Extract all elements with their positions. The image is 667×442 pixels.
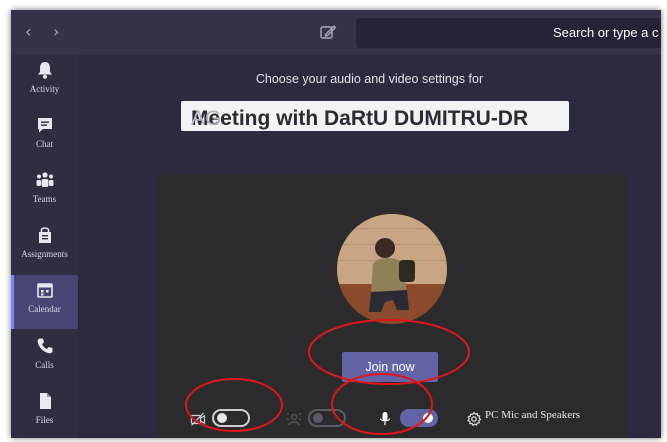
sidebar-item-activity[interactable]: Activity xyxy=(11,55,78,109)
sidebar-item-label: Files xyxy=(35,415,54,425)
background-blur-icon xyxy=(287,413,301,426)
compose-icon[interactable] xyxy=(318,22,338,42)
sidebar-item-label: Teams xyxy=(32,194,57,204)
sidebar-item-label: Assignments xyxy=(21,249,68,259)
chat-icon xyxy=(38,118,52,133)
sidebar-item-label: Calendar xyxy=(28,304,61,314)
microphone-toggle[interactable] xyxy=(400,409,438,427)
video-preview-panel: Join now PC Mic and Speakers xyxy=(157,175,627,438)
background-blur-toggle[interactable] xyxy=(308,409,346,427)
camera-off-icon xyxy=(190,412,206,426)
sidebar-item-label: Chat xyxy=(36,139,53,149)
chevron-right-icon[interactable]: › xyxy=(53,22,59,41)
sidebar-item-calendar[interactable]: Calendar xyxy=(11,275,78,329)
teams-icon xyxy=(36,172,54,187)
sidebar-item-teams[interactable]: Teams xyxy=(11,165,78,219)
meeting-title-fade: AG xyxy=(191,107,222,130)
sidebar-item-calls[interactable]: Calls xyxy=(11,331,78,385)
meeting-title: Meeting with DaRtU DUMITRU-DR AG xyxy=(181,101,569,131)
camera-toggle[interactable] xyxy=(212,409,250,427)
toggle-knob xyxy=(217,413,227,423)
search-placeholder: Search or type a c xyxy=(553,25,659,40)
teams-window: ‹ › Search or type a c Activity Chat Tea… xyxy=(11,10,661,438)
app-bar: Activity Chat Teams Assignments Calendar… xyxy=(11,55,78,438)
meeting-title-text: Meeting with DaRtU DUMITRU-DR xyxy=(191,107,529,130)
avatar xyxy=(337,214,447,324)
prejoin-subtitle: Choose your audio and video settings for xyxy=(255,72,484,86)
bell-icon xyxy=(38,62,52,79)
gear-icon[interactable] xyxy=(466,411,482,427)
sidebar-item-label: Calls xyxy=(35,360,54,370)
prejoin-screen: Choose your audio and video settings for… xyxy=(78,55,661,438)
toggle-knob xyxy=(423,413,433,423)
chevron-left-icon[interactable]: ‹ xyxy=(25,22,31,41)
search-box[interactable]: Search or type a c xyxy=(356,18,661,48)
file-icon xyxy=(40,393,51,409)
assignments-icon xyxy=(39,227,51,243)
sidebar-item-files[interactable]: Files xyxy=(11,386,78,438)
sidebar-item-chat[interactable]: Chat xyxy=(11,110,78,164)
microphone-icon xyxy=(379,412,391,425)
title-bar: ‹ › Search or type a c xyxy=(11,10,661,55)
toggle-knob xyxy=(313,413,323,423)
sidebar-item-assignments[interactable]: Assignments xyxy=(11,220,78,274)
sidebar-item-label: Activity xyxy=(29,84,60,94)
avatar-photo xyxy=(337,214,447,324)
calendar-icon xyxy=(37,283,53,298)
join-now-button[interactable]: Join now xyxy=(342,352,438,382)
phone-icon xyxy=(37,338,53,354)
audio-device-label[interactable]: PC Mic and Speakers xyxy=(485,409,580,421)
